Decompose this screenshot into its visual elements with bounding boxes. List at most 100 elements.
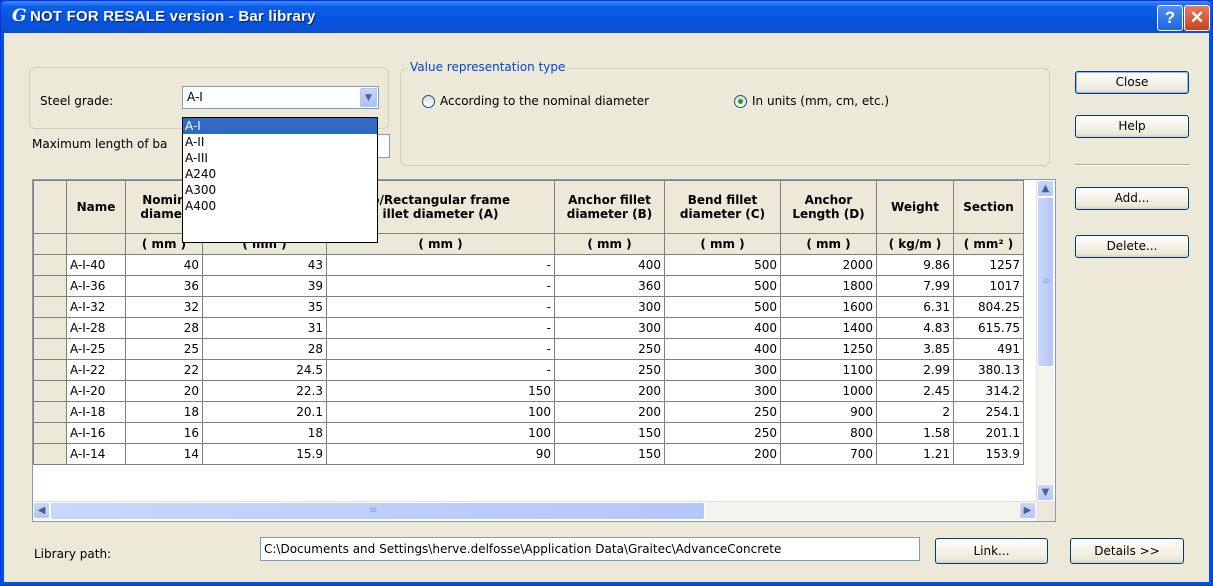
- table-cell[interactable]: 22: [125, 359, 203, 381]
- table-cell[interactable]: 250: [554, 338, 665, 360]
- table-cell[interactable]: 90: [326, 443, 555, 465]
- table-cell[interactable]: 1000: [780, 380, 877, 402]
- details-button[interactable]: Details >>: [1070, 538, 1184, 564]
- table-cell[interactable]: A-I-18: [66, 401, 126, 423]
- close-title-button[interactable]: ✕: [1184, 5, 1210, 31]
- table-cell[interactable]: A-I-40: [66, 254, 126, 276]
- steel-grade-option[interactable]: A300: [183, 182, 377, 198]
- table-cell[interactable]: 400: [664, 317, 781, 339]
- table-cell[interactable]: 400: [664, 338, 781, 360]
- table-cell[interactable]: 15.9: [202, 443, 327, 465]
- table-cell[interactable]: 314.2: [953, 380, 1024, 402]
- table-row[interactable]: A-I-40 40 43-400 500 2000 9.86 1257: [33, 254, 1024, 276]
- table-cell[interactable]: 20.1: [202, 401, 327, 423]
- steel-grade-option[interactable]: A-III: [183, 150, 377, 166]
- table-cell[interactable]: 500: [664, 275, 781, 297]
- steel-grade-dropdown[interactable]: A-I A-II A-III A240 A300 A400: [182, 117, 378, 243]
- steel-grade-option[interactable]: A240: [183, 166, 377, 182]
- table-cell[interactable]: 1017: [953, 275, 1024, 297]
- steel-grade-combo[interactable]: A-I ▼: [182, 86, 379, 109]
- table-cell[interactable]: 1257: [953, 254, 1024, 276]
- column-header[interactable]: Anchor fillet diameter (B): [554, 180, 665, 234]
- table-row[interactable]: A-I-32 32 35-300 500 1600 6.31 804.25: [33, 296, 1024, 318]
- table-cell[interactable]: 400: [554, 254, 665, 276]
- nominal-diameter-label[interactable]: According to the nominal diameter: [440, 94, 649, 108]
- table-cell[interactable]: 300: [664, 380, 781, 402]
- table-cell[interactable]: 100: [326, 401, 555, 423]
- table-cell[interactable]: 800: [780, 422, 877, 444]
- delete-button[interactable]: Delete...: [1075, 235, 1189, 258]
- table-cell[interactable]: 804.25: [953, 296, 1024, 318]
- table-cell[interactable]: -: [326, 317, 555, 339]
- horizontal-scroll-thumb[interactable]: ≡: [50, 502, 705, 520]
- scroll-down-icon[interactable]: ▼: [1037, 484, 1054, 501]
- table-cell[interactable]: 1800: [780, 275, 877, 297]
- row-selector[interactable]: [33, 443, 67, 465]
- table-cell[interactable]: 200: [554, 380, 665, 402]
- table-row[interactable]: A-I-28 28 31-300 400 1400 4.83 615.75: [33, 317, 1024, 339]
- table-cell[interactable]: A-I-20: [66, 380, 126, 402]
- table-cell[interactable]: 1100: [780, 359, 877, 381]
- table-row[interactable]: A-I-22 22 24.5-250 300 1100 2.99 380.13: [33, 359, 1024, 381]
- row-selector[interactable]: [33, 275, 67, 297]
- table-cell[interactable]: -: [326, 254, 555, 276]
- column-header[interactable]: Section: [953, 180, 1024, 234]
- table-cell[interactable]: A-I-22: [66, 359, 126, 381]
- row-selector[interactable]: [33, 338, 67, 360]
- table-cell[interactable]: 2: [876, 401, 954, 423]
- table-cell[interactable]: A-I-32: [66, 296, 126, 318]
- table-cell[interactable]: 250: [554, 359, 665, 381]
- table-cell[interactable]: 250: [664, 401, 781, 423]
- table-cell[interactable]: 153.9: [953, 443, 1024, 465]
- table-cell[interactable]: 300: [554, 317, 665, 339]
- table-cell[interactable]: 20: [125, 380, 203, 402]
- steel-grade-option[interactable]: A-I: [183, 118, 377, 134]
- row-selector[interactable]: [33, 317, 67, 339]
- vertical-scroll-thumb[interactable]: ≡: [1037, 197, 1054, 367]
- table-cell[interactable]: -: [326, 359, 555, 381]
- table-cell[interactable]: 39: [202, 275, 327, 297]
- table-cell[interactable]: 500: [664, 254, 781, 276]
- table-cell[interactable]: 2.45: [876, 380, 954, 402]
- table-cell[interactable]: A-I-36: [66, 275, 126, 297]
- table-row[interactable]: A-I-36 36 39-360 500 1800 7.99 1017: [33, 275, 1024, 297]
- table-cell[interactable]: -: [326, 275, 555, 297]
- table-cell[interactable]: 1400: [780, 317, 877, 339]
- column-header[interactable]: Anchor Length (D): [780, 180, 877, 234]
- table-cell[interactable]: A-I-16: [66, 422, 126, 444]
- table-cell[interactable]: 150: [326, 380, 555, 402]
- table-cell[interactable]: 300: [664, 359, 781, 381]
- table-cell[interactable]: A-I-14: [66, 443, 126, 465]
- horizontal-scrollbar[interactable]: ◀ ≡ ▶: [33, 501, 1036, 520]
- steel-grade-option[interactable]: A-II: [183, 134, 377, 150]
- table-row[interactable]: A-I-16 16 18 100 150 250 800 1.58 201.1: [33, 422, 1024, 444]
- link-button[interactable]: Link...: [935, 538, 1048, 564]
- table-cell[interactable]: 28: [202, 338, 327, 360]
- table-cell[interactable]: 43: [202, 254, 327, 276]
- table-cell[interactable]: 1.58: [876, 422, 954, 444]
- table-cell[interactable]: 150: [554, 443, 665, 465]
- table-cell[interactable]: 18: [125, 401, 203, 423]
- table-cell[interactable]: 36: [125, 275, 203, 297]
- row-selector[interactable]: [33, 359, 67, 381]
- table-cell[interactable]: 40: [125, 254, 203, 276]
- table-cell[interactable]: 9.86: [876, 254, 954, 276]
- table-cell[interactable]: 7.99: [876, 275, 954, 297]
- table-cell[interactable]: 14: [125, 443, 203, 465]
- table-cell[interactable]: 700: [780, 443, 877, 465]
- table-cell[interactable]: -: [326, 338, 555, 360]
- scroll-left-icon[interactable]: ◀: [33, 502, 50, 519]
- table-cell[interactable]: 200: [554, 401, 665, 423]
- table-cell[interactable]: 100: [326, 422, 555, 444]
- steel-grade-option[interactable]: A400: [183, 198, 377, 214]
- close-button[interactable]: Close: [1075, 71, 1189, 94]
- table-cell[interactable]: 6.31: [876, 296, 954, 318]
- row-selector[interactable]: [33, 296, 67, 318]
- table-cell[interactable]: 2.99: [876, 359, 954, 381]
- help-button[interactable]: Help: [1075, 115, 1189, 138]
- table-cell[interactable]: 360: [554, 275, 665, 297]
- table-cell[interactable]: 250: [664, 422, 781, 444]
- table-row[interactable]: A-I-25 25 28-250 400 1250 3.85 491: [33, 338, 1024, 360]
- nominal-diameter-radio[interactable]: [422, 95, 435, 108]
- row-selector[interactable]: [33, 380, 67, 402]
